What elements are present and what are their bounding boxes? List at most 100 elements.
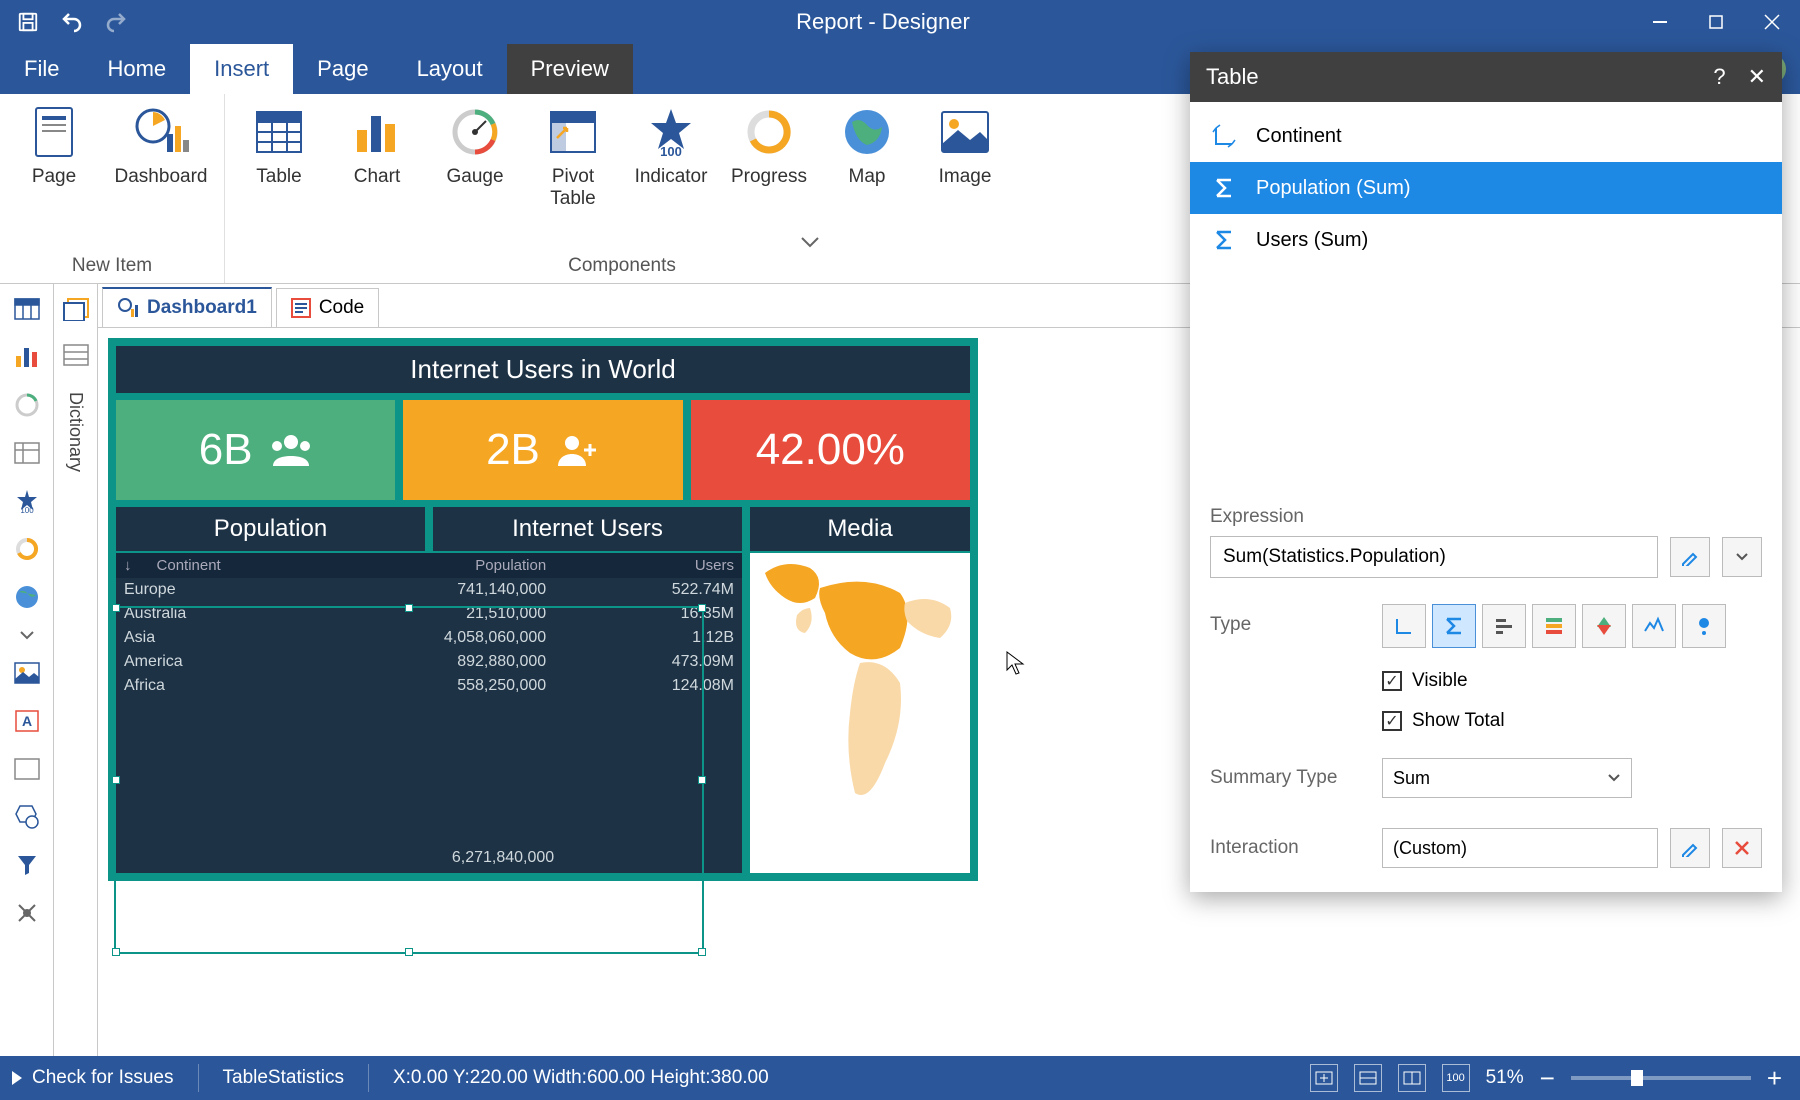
type-indicator[interactable] [1582, 604, 1626, 648]
tab-preview[interactable]: Preview [507, 44, 633, 94]
close-button[interactable] [1744, 0, 1800, 44]
ribbon-gauge[interactable]: Gauge [429, 94, 521, 210]
card-users[interactable]: 2B [403, 400, 682, 500]
dashboard-surface[interactable]: Internet Users in World 6B 2B 42.00% Pop… [108, 338, 978, 881]
dict-icon-1[interactable] [59, 292, 93, 326]
dashboard-title: Internet Users in World [116, 346, 970, 393]
panel-close-icon[interactable]: ✕ [1748, 64, 1766, 90]
type-colorscale[interactable] [1532, 604, 1576, 648]
tool-more-icon[interactable] [10, 628, 44, 642]
ribbon-indicator[interactable]: 100 Indicator [625, 94, 717, 210]
showtotal-checkbox[interactable]: Show Total [1382, 710, 1505, 732]
tool-filter-icon[interactable] [10, 848, 44, 882]
redo-button[interactable] [98, 4, 134, 40]
dimension-icon [1210, 122, 1238, 150]
sigma-icon [1210, 174, 1238, 202]
check-issues-button[interactable]: Check for Issues [0, 1067, 184, 1089]
view-mode-1[interactable] [1310, 1064, 1338, 1092]
tool-table-icon[interactable] [10, 292, 44, 326]
expression-edit-button[interactable] [1670, 537, 1710, 577]
zoom-slider[interactable] [1571, 1076, 1751, 1080]
view-mode-3[interactable] [1398, 1064, 1426, 1092]
interaction-input[interactable]: (Custom) [1382, 828, 1658, 868]
field-population[interactable]: Population (Sum) [1190, 162, 1782, 214]
panel-header[interactable]: Table ? ✕ [1190, 52, 1782, 102]
map-component[interactable] [750, 553, 970, 873]
zoom-out-button[interactable]: − [1540, 1063, 1555, 1094]
tab-layout[interactable]: Layout [393, 44, 507, 94]
dashboard-icon [133, 104, 189, 160]
tool-progress-icon[interactable] [10, 532, 44, 566]
dict-icon-2[interactable] [59, 338, 93, 372]
tab-page[interactable]: Page [293, 44, 392, 94]
doc-tab-dashboard[interactable]: Dashboard1 [102, 287, 272, 327]
summarytype-select[interactable]: Sum [1382, 758, 1632, 798]
tool-panel-icon[interactable] [10, 752, 44, 786]
zoom-in-button[interactable]: + [1767, 1063, 1782, 1094]
save-button[interactable] [10, 4, 46, 40]
stats-table[interactable]: ↓ Continent Population Users Europe741,1… [116, 553, 742, 873]
ribbon-table[interactable]: Table [233, 94, 325, 210]
table-row[interactable]: Australia21,510,00016.35M [116, 602, 742, 626]
page-icon [26, 104, 82, 160]
type-databars[interactable] [1482, 604, 1526, 648]
tool-pivot-icon[interactable] [10, 436, 44, 470]
type-dimension[interactable] [1382, 604, 1426, 648]
tool-chart-icon[interactable] [10, 340, 44, 374]
type-measure[interactable] [1432, 604, 1476, 648]
interaction-clear-button[interactable] [1722, 828, 1762, 868]
ribbon-page[interactable]: Page [8, 94, 100, 188]
maximize-button[interactable] [1688, 0, 1744, 44]
ribbon-collapse-icon[interactable] [800, 235, 820, 253]
ribbon-image[interactable]: Image [919, 94, 1011, 210]
svg-text:100: 100 [660, 144, 682, 157]
card-percent[interactable]: 42.00% [691, 400, 970, 500]
ribbon-map[interactable]: Map [821, 94, 913, 210]
expression-label: Expression [1210, 506, 1762, 528]
subhead-2: Media [750, 507, 970, 551]
tool-text-icon[interactable]: A [10, 704, 44, 738]
minimize-button[interactable] [1632, 0, 1688, 44]
undo-button[interactable] [54, 4, 90, 40]
view-mode-4[interactable]: 100 [1442, 1064, 1470, 1092]
view-mode-2[interactable] [1354, 1064, 1382, 1092]
tool-gauge-icon[interactable] [10, 388, 44, 422]
dashboard-tab-icon [117, 297, 139, 319]
interaction-label: Interaction [1210, 837, 1370, 859]
chart-icon [349, 104, 405, 160]
field-continent[interactable]: Continent [1190, 110, 1782, 162]
table-row[interactable]: Europe741,140,000522.74M [116, 578, 742, 602]
subhead-0: Population [116, 507, 425, 551]
summarytype-label: Summary Type [1210, 767, 1370, 789]
type-bubble[interactable] [1682, 604, 1726, 648]
field-users[interactable]: Users (Sum) [1190, 214, 1782, 266]
tool-indicator-icon[interactable]: 100 [10, 484, 44, 518]
coordinates: X:0.00 Y:220.00 Width:600.00 Height:380.… [383, 1067, 779, 1089]
table-footer: 6,271,840,000 [116, 849, 742, 867]
zoom-label: 51% [1486, 1067, 1524, 1089]
tool-settings-icon[interactable] [10, 896, 44, 930]
tool-image-icon[interactable] [10, 656, 44, 690]
users-icon [269, 432, 313, 468]
interaction-edit-button[interactable] [1670, 828, 1710, 868]
expression-input[interactable]: Sum(Statistics.Population) [1210, 536, 1658, 578]
tool-globe-icon[interactable] [10, 580, 44, 614]
tab-insert[interactable]: Insert [190, 44, 293, 94]
table-row[interactable]: Africa558,250,000124.08M [116, 674, 742, 698]
doc-tab-code[interactable]: Code [276, 288, 379, 327]
tab-home[interactable]: Home [83, 44, 190, 94]
tool-shape-icon[interactable] [10, 800, 44, 834]
dictionary-tab[interactable]: Dictionary [65, 384, 86, 472]
tab-file[interactable]: File [0, 44, 83, 94]
table-row[interactable]: America892,880,000473.09M [116, 650, 742, 674]
expression-dropdown-button[interactable] [1722, 537, 1762, 577]
table-row[interactable]: Asia4,058,060,0001.12B [116, 626, 742, 650]
ribbon-chart[interactable]: Chart [331, 94, 423, 210]
type-sparkline[interactable] [1632, 604, 1676, 648]
visible-checkbox[interactable]: Visible [1382, 670, 1468, 692]
card-population[interactable]: 6B [116, 400, 395, 500]
ribbon-pivot[interactable]: Pivot Table [527, 94, 619, 210]
ribbon-progress[interactable]: Progress [723, 94, 815, 210]
ribbon-dashboard[interactable]: Dashboard [106, 94, 216, 188]
panel-help-icon[interactable]: ? [1713, 64, 1725, 90]
